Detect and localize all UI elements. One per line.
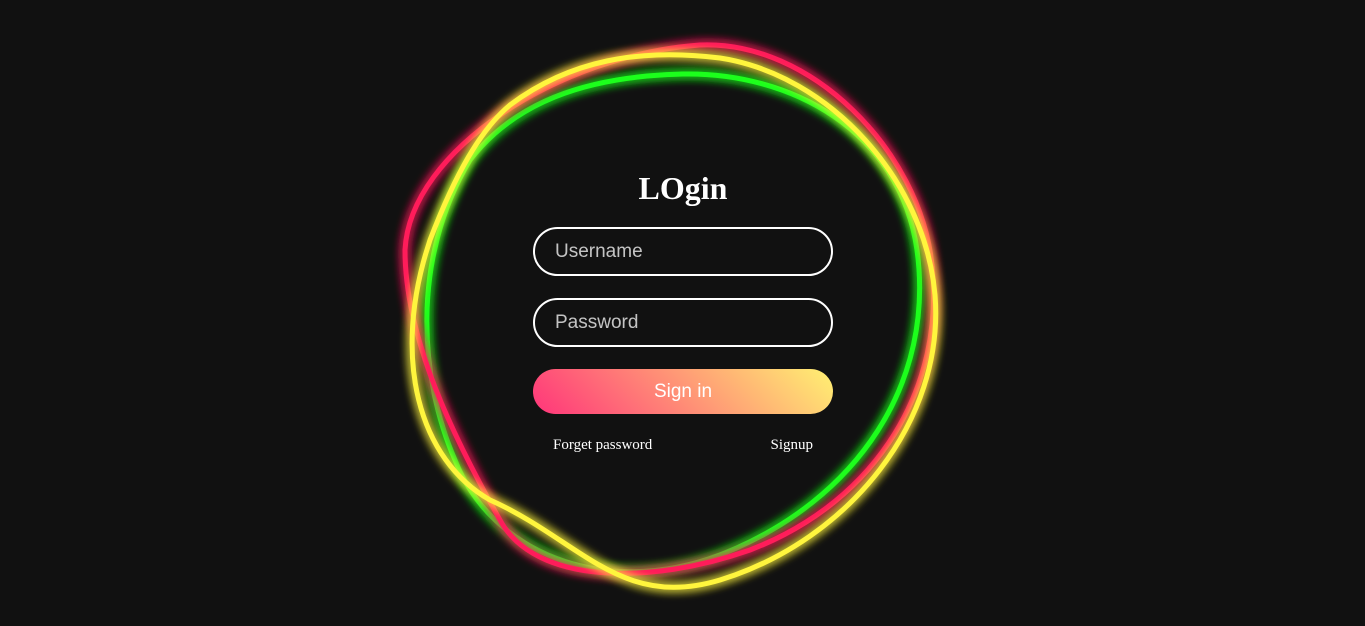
password-input[interactable] [533, 298, 833, 347]
login-form: LOgin Sign in Forget password Signup [533, 166, 833, 454]
auth-links: Forget password Signup [533, 436, 833, 454]
signup-link[interactable]: Signup [770, 436, 813, 454]
login-scene: LOgin Sign in Forget password Signup [0, 0, 1365, 626]
sign-in-button[interactable]: Sign in [533, 369, 833, 414]
login-title: LOgin [638, 170, 728, 206]
forget-password-link[interactable]: Forget password [553, 436, 652, 454]
username-input[interactable] [533, 227, 833, 276]
